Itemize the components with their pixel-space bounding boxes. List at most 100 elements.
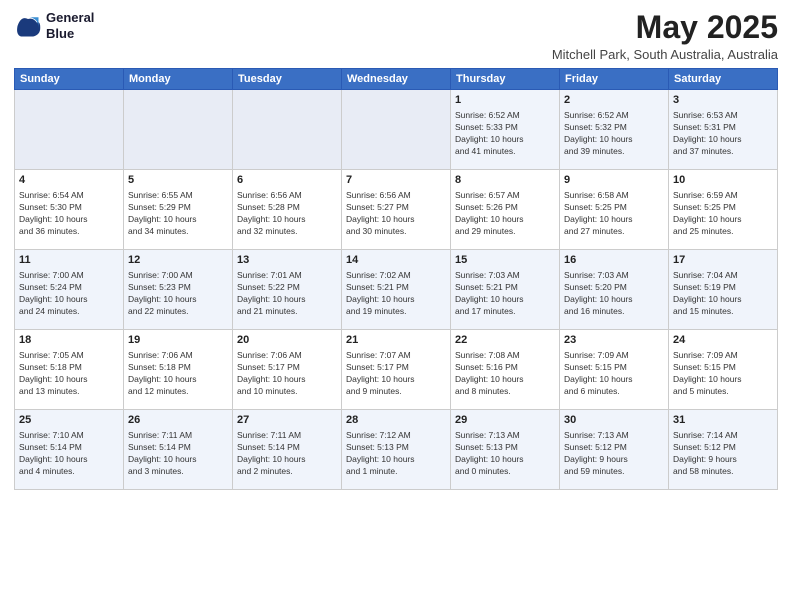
cell-info: Sunrise: 7:01 AMSunset: 5:22 PMDaylight:… — [237, 270, 337, 318]
cell-date: 10 — [673, 173, 773, 188]
cell-date: 11 — [19, 253, 119, 268]
calendar-cell: 27Sunrise: 7:11 AMSunset: 5:14 PMDayligh… — [233, 410, 342, 490]
cell-date: 23 — [564, 333, 664, 348]
cell-info: Sunrise: 7:11 AMSunset: 5:14 PMDaylight:… — [237, 430, 337, 478]
cell-info: Sunrise: 7:11 AMSunset: 5:14 PMDaylight:… — [128, 430, 228, 478]
calendar-cell: 3 Sunrise: 6:53 AMSunset: 5:31 PMDaylight… — [669, 90, 778, 170]
cell-info: Sunrise: 7:12 AMSunset: 5:13 PMDaylight:… — [346, 430, 446, 478]
cell-date: 3 — [673, 93, 773, 108]
calendar-cell: 18 Sunrise: 7:05 AMSunset: 5:18 PMDayligh… — [15, 330, 124, 410]
cell-info: Sunrise: 7:14 AMSunset: 5:12 PMDaylight:… — [673, 430, 773, 478]
calendar-cell — [124, 90, 233, 170]
cell-date: 16 — [564, 253, 664, 268]
cell-date: 14 — [346, 253, 446, 268]
calendar-cell: 23 Sunrise: 7:09 AMSunset: 5:15 PMDayligh… — [560, 330, 669, 410]
calendar-week-5: 25 Sunrise: 7:10 AMSunset: 5:14 PMDayligh… — [15, 410, 778, 490]
cell-info: Sunrise: 7:03 AMSunset: 5:20 PMDaylight:… — [564, 270, 664, 318]
cell-date: 15 — [455, 253, 555, 268]
calendar-week-3: 11 Sunrise: 7:00 AMSunset: 5:24 PMDayligh… — [15, 250, 778, 330]
logo-line1: General — [46, 10, 94, 26]
cell-date: 12 — [128, 253, 228, 268]
cell-info: Sunrise: 7:05 AMSunset: 5:18 PMDaylight:… — [19, 350, 119, 398]
cell-date: 25 — [19, 413, 119, 428]
calendar-cell: 25 Sunrise: 7:10 AMSunset: 5:14 PMDayligh… — [15, 410, 124, 490]
cell-date: 18 — [19, 333, 119, 348]
cell-info: Sunrise: 7:00 AMSunset: 5:24 PMDaylight:… — [19, 270, 119, 318]
day-header-sunday: Sunday — [15, 69, 124, 90]
day-header-monday: Monday — [124, 69, 233, 90]
calendar-cell: 30Sunrise: 7:13 AMSunset: 5:12 PMDayligh… — [560, 410, 669, 490]
calendar-cell: 11 Sunrise: 7:00 AMSunset: 5:24 PMDayligh… — [15, 250, 124, 330]
day-header-tuesday: Tuesday — [233, 69, 342, 90]
cell-date: 2 — [564, 93, 664, 108]
cell-info: Sunrise: 6:59 AMSunset: 5:25 PMDaylight:… — [673, 190, 773, 238]
cell-date: 28 — [346, 413, 446, 428]
calendar-cell: 2 Sunrise: 6:52 AMSunset: 5:32 PMDaylight… — [560, 90, 669, 170]
cell-info: Sunrise: 7:09 AMSunset: 5:15 PMDaylight:… — [564, 350, 664, 398]
cell-info: Sunrise: 7:02 AMSunset: 5:21 PMDaylight:… — [346, 270, 446, 318]
calendar-cell: 24 Sunrise: 7:09 AMSunset: 5:15 PMDayligh… — [669, 330, 778, 410]
cell-info: Sunrise: 6:57 AMSunset: 5:26 PMDaylight:… — [455, 190, 555, 238]
page: General Blue May 2025 Mitchell Park, Sou… — [0, 0, 792, 612]
cell-info: Sunrise: 6:56 AMSunset: 5:27 PMDaylight:… — [346, 190, 446, 238]
calendar-cell: 13 Sunrise: 7:01 AMSunset: 5:22 PMDayligh… — [233, 250, 342, 330]
calendar-cell: 21Sunrise: 7:07 AMSunset: 5:17 PMDayligh… — [342, 330, 451, 410]
title-block: May 2025 Mitchell Park, South Australia,… — [552, 10, 778, 62]
cell-date: 13 — [237, 253, 337, 268]
calendar-cell: 20Sunrise: 7:06 AMSunset: 5:17 PMDayligh… — [233, 330, 342, 410]
cell-info: Sunrise: 7:08 AMSunset: 5:16 PMDaylight:… — [455, 350, 555, 398]
cell-date: 26 — [128, 413, 228, 428]
cell-date: 8 — [455, 173, 555, 188]
cell-info: Sunrise: 6:52 AMSunset: 5:32 PMDaylight:… — [564, 110, 664, 158]
calendar-cell: 22Sunrise: 7:08 AMSunset: 5:16 PMDayligh… — [451, 330, 560, 410]
calendar-cell: 6Sunrise: 6:56 AMSunset: 5:28 PMDaylight… — [233, 170, 342, 250]
calendar-cell: 19Sunrise: 7:06 AMSunset: 5:18 PMDayligh… — [124, 330, 233, 410]
cell-date: 24 — [673, 333, 773, 348]
calendar-cell: 7Sunrise: 6:56 AMSunset: 5:27 PMDaylight… — [342, 170, 451, 250]
calendar-cell: 8 Sunrise: 6:57 AMSunset: 5:26 PMDaylight… — [451, 170, 560, 250]
cell-info: Sunrise: 6:52 AMSunset: 5:33 PMDaylight:… — [455, 110, 555, 158]
cell-date: 1 — [455, 93, 555, 108]
calendar-week-4: 18 Sunrise: 7:05 AMSunset: 5:18 PMDayligh… — [15, 330, 778, 410]
cell-info: Sunrise: 7:09 AMSunset: 5:15 PMDaylight:… — [673, 350, 773, 398]
cell-date: 4 — [19, 173, 119, 188]
cell-info: Sunrise: 7:04 AMSunset: 5:19 PMDaylight:… — [673, 270, 773, 318]
day-header-wednesday: Wednesday — [342, 69, 451, 90]
calendar-cell — [342, 90, 451, 170]
cell-date: 30 — [564, 413, 664, 428]
calendar-cell: 1 Sunrise: 6:52 AMSunset: 5:33 PMDaylight… — [451, 90, 560, 170]
calendar-table: SundayMondayTuesdayWednesdayThursdayFrid… — [14, 68, 778, 490]
logo-icon — [14, 12, 42, 40]
cell-date: 31 — [673, 413, 773, 428]
calendar-cell: 26 Sunrise: 7:11 AMSunset: 5:14 PMDayligh… — [124, 410, 233, 490]
calendar-cell: 10 Sunrise: 6:59 AMSunset: 5:25 PMDayligh… — [669, 170, 778, 250]
day-header-saturday: Saturday — [669, 69, 778, 90]
cell-date: 17 — [673, 253, 773, 268]
logo-text-block: General Blue — [46, 10, 94, 41]
header: General Blue May 2025 Mitchell Park, Sou… — [14, 10, 778, 62]
calendar-cell: 16 Sunrise: 7:03 AMSunset: 5:20 PMDayligh… — [560, 250, 669, 330]
month-title: May 2025 — [552, 10, 778, 45]
calendar-cell: 29Sunrise: 7:13 AMSunset: 5:13 PMDayligh… — [451, 410, 560, 490]
calendar-cell: 31 Sunrise: 7:14 AMSunset: 5:12 PMDayligh… — [669, 410, 778, 490]
cell-date: 5 — [128, 173, 228, 188]
cell-date: 9 — [564, 173, 664, 188]
cell-info: Sunrise: 6:54 AMSunset: 5:30 PMDaylight:… — [19, 190, 119, 238]
cell-info: Sunrise: 7:07 AMSunset: 5:17 PMDaylight:… — [346, 350, 446, 398]
cell-info: Sunrise: 7:06 AMSunset: 5:18 PMDaylight:… — [128, 350, 228, 398]
calendar-cell — [233, 90, 342, 170]
cell-info: Sunrise: 6:58 AMSunset: 5:25 PMDaylight:… — [564, 190, 664, 238]
calendar-cell: 5Sunrise: 6:55 AMSunset: 5:29 PMDaylight… — [124, 170, 233, 250]
calendar-week-2: 4 Sunrise: 6:54 AMSunset: 5:30 PMDaylight… — [15, 170, 778, 250]
cell-info: Sunrise: 6:53 AMSunset: 5:31 PMDaylight:… — [673, 110, 773, 158]
cell-info: Sunrise: 7:00 AMSunset: 5:23 PMDaylight:… — [128, 270, 228, 318]
cell-info: Sunrise: 6:56 AMSunset: 5:28 PMDaylight:… — [237, 190, 337, 238]
cell-date: 29 — [455, 413, 555, 428]
calendar-cell — [15, 90, 124, 170]
calendar-cell: 17 Sunrise: 7:04 AMSunset: 5:19 PMDayligh… — [669, 250, 778, 330]
cell-info: Sunrise: 7:10 AMSunset: 5:14 PMDaylight:… — [19, 430, 119, 478]
cell-info: Sunrise: 7:06 AMSunset: 5:17 PMDaylight:… — [237, 350, 337, 398]
calendar-cell: 9 Sunrise: 6:58 AMSunset: 5:25 PMDaylight… — [560, 170, 669, 250]
cell-info: Sunrise: 7:03 AMSunset: 5:21 PMDaylight:… — [455, 270, 555, 318]
calendar-cell: 14 Sunrise: 7:02 AMSunset: 5:21 PMDayligh… — [342, 250, 451, 330]
